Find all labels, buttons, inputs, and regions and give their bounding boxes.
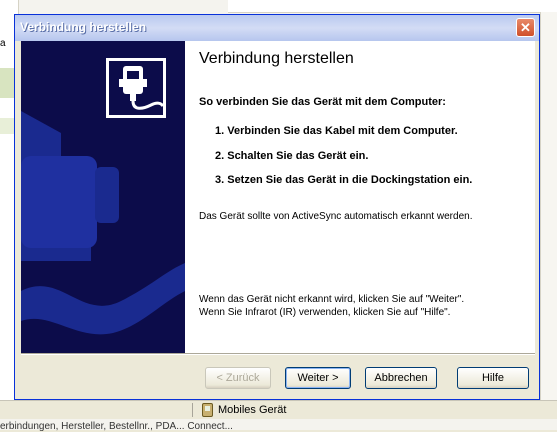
banner-cable-shape (21, 263, 185, 335)
next-button[interactable]: Weiter > (285, 367, 351, 389)
instructions-heading: So verbinden Sie das Gerät mit dem Compu… (199, 96, 446, 108)
auto-detect-note: Das Gerät sollte von ActiveSync automati… (199, 211, 473, 222)
wizard-content: Verbindung herstellen So verbinden Sie d… (185, 41, 535, 353)
background-right-pane (540, 12, 557, 400)
step-item: 3. Setzen Sie das Gerät in die Dockingst… (215, 174, 473, 186)
help-note-line: Wenn das Gerät nicht erkannt wird, klick… (199, 294, 465, 305)
step-item: 2. Schalten Sie das Gerät ein. (215, 149, 369, 162)
button-separator (21, 353, 535, 355)
banner-illustration (21, 58, 185, 335)
close-icon: ✕ (520, 20, 531, 35)
help-button[interactable]: Hilfe (457, 367, 529, 389)
page-title: Verbindung herstellen (199, 50, 354, 67)
window-title: Verbindung herstellen (20, 20, 147, 34)
mobile-device-icon (202, 403, 213, 417)
banner-device-plug (95, 167, 119, 223)
back-button[interactable]: < Zurück (205, 367, 271, 389)
background-top-pane (228, 0, 557, 13)
background-left-label: a (0, 38, 6, 49)
help-note: Wenn das Gerät nicht erkannt wird, klick… (199, 293, 464, 319)
cancel-button[interactable]: Abbrechen (365, 367, 437, 389)
close-button[interactable]: ✕ (516, 18, 535, 37)
wizard-banner (21, 41, 185, 353)
dialog-body: Verbindung herstellen So verbinden Sie d… (19, 41, 535, 397)
status-bar: Mobiles Gerät (0, 400, 557, 419)
background-bottom-text: erbindungen, Hersteller, Bestellnr., PDA… (0, 421, 233, 432)
title-bar[interactable]: Verbindung herstellen ✕ (15, 15, 539, 41)
banner-device-body (21, 156, 97, 248)
connect-dialog: Verbindung herstellen ✕ Verbindung herst… (14, 14, 540, 400)
status-device-label: Mobiles Gerät (218, 404, 287, 416)
steps-list: 1. Verbinden Sie das Kabel mit dem Compu… (215, 125, 472, 199)
status-separator (192, 403, 193, 417)
step-item: 1. Verbinden Sie das Kabel mit dem Compu… (215, 125, 458, 137)
status-item-device: Mobiles Gerät (202, 403, 286, 417)
help-note-line: Wenn Sie Infrarot (IR) verwenden, klicke… (199, 307, 451, 318)
